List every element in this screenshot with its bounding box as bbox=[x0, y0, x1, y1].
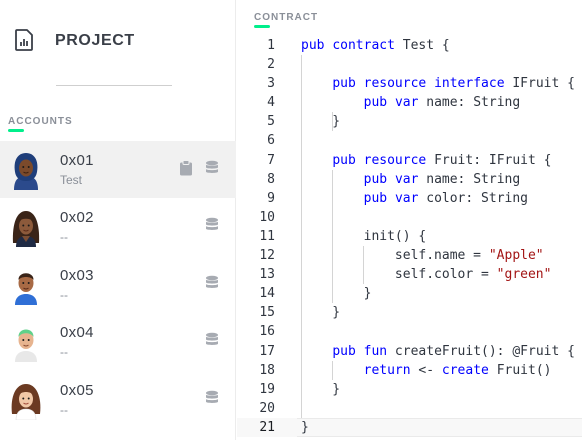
contract-label-underline bbox=[254, 25, 270, 28]
line-number: 13 bbox=[259, 267, 275, 283]
code-text[interactable]: } bbox=[301, 112, 340, 131]
code-line[interactable]: 15 } bbox=[237, 303, 582, 322]
code-text[interactable]: return <- create Fruit() bbox=[301, 361, 552, 380]
code-line[interactable]: 16 bbox=[237, 322, 582, 341]
line-number: 8 bbox=[267, 171, 275, 187]
code-area[interactable]: 1 pub contract Test {2 3 pub resource inte… bbox=[237, 36, 582, 438]
line-number: 4 bbox=[267, 95, 275, 111]
code-text[interactable]: init() { bbox=[301, 227, 427, 246]
document-chart-icon bbox=[15, 29, 33, 51]
account-address: 0x03 bbox=[60, 266, 94, 284]
line-number: 21 bbox=[259, 419, 275, 435]
database-icon[interactable] bbox=[205, 217, 219, 233]
contract-editor[interactable]: CONTRACT 1 pub contract Test {2 3 pub reso… bbox=[237, 0, 582, 440]
account-address: 0x05 bbox=[60, 381, 94, 399]
code-text[interactable]: } bbox=[301, 418, 309, 437]
account-address: 0x04 bbox=[60, 324, 94, 342]
code-text[interactable]: self.name = "Apple" bbox=[301, 246, 544, 265]
code-line[interactable]: 18 return <- create Fruit() bbox=[237, 361, 582, 380]
code-line[interactable]: 11 init() { bbox=[237, 227, 582, 246]
account-item-0x05[interactable]: 0x05 -- bbox=[0, 371, 236, 428]
code-line[interactable]: 7 pub resource Fruit: IFruit { bbox=[237, 151, 582, 170]
code-line[interactable]: 6 bbox=[237, 131, 582, 150]
sidebar-divider bbox=[56, 85, 172, 86]
account-name: -- bbox=[60, 345, 68, 360]
line-number: 18 bbox=[259, 362, 275, 378]
project-header[interactable]: PROJECT bbox=[0, 0, 236, 80]
database-icon[interactable] bbox=[205, 332, 219, 348]
account-item-0x01[interactable]: 0x01 Test bbox=[0, 141, 236, 199]
line-number: 3 bbox=[267, 76, 275, 92]
line-number: 5 bbox=[267, 114, 275, 130]
database-icon[interactable] bbox=[205, 275, 219, 291]
code-text[interactable]: pub var color: String bbox=[301, 189, 528, 208]
account-name: -- bbox=[60, 402, 68, 417]
code-line[interactable]: 5 } bbox=[237, 112, 582, 131]
line-number: 9 bbox=[267, 190, 275, 206]
line-number: 17 bbox=[259, 343, 275, 359]
account-item-0x02[interactable]: 0x02 -- bbox=[0, 198, 236, 255]
code-line[interactable]: 10 bbox=[237, 208, 582, 227]
avatar bbox=[11, 383, 41, 420]
accounts-label-underline bbox=[8, 129, 24, 132]
code-text[interactable]: pub contract Test { bbox=[301, 36, 450, 55]
code-text[interactable]: pub resource Fruit: IFruit { bbox=[301, 151, 551, 170]
code-line[interactable]: 17 pub fun createFruit(): @Fruit { bbox=[237, 342, 582, 361]
project-title: PROJECT bbox=[55, 32, 135, 49]
line-number: 11 bbox=[259, 228, 275, 244]
code-line[interactable]: 13 self.color = "green" bbox=[237, 265, 582, 284]
line-number: 1 bbox=[267, 38, 275, 53]
clipboard-icon[interactable] bbox=[179, 160, 193, 176]
code-text[interactable]: pub var name: String bbox=[301, 93, 521, 112]
code-text[interactable]: } bbox=[301, 380, 340, 399]
code-line[interactable]: 12 self.name = "Apple" bbox=[237, 246, 582, 265]
account-address: 0x02 bbox=[60, 209, 94, 227]
line-number: 7 bbox=[267, 152, 275, 168]
avatar bbox=[15, 273, 37, 305]
line-number: 19 bbox=[259, 381, 275, 397]
line-number: 2 bbox=[267, 57, 275, 73]
code-line[interactable]: 14 } bbox=[237, 284, 582, 303]
code-text[interactable]: pub var name: String bbox=[301, 170, 521, 189]
code-line[interactable]: 1 pub contract Test { bbox=[237, 36, 582, 55]
code-line[interactable]: 21} bbox=[237, 417, 582, 438]
sidebar: PROJECT ACCOUNTS 0x01 Test 0x02 -- 0x03 … bbox=[0, 0, 236, 440]
line-number: 14 bbox=[259, 286, 275, 302]
line-number: 20 bbox=[259, 400, 275, 416]
avatar bbox=[12, 211, 40, 248]
account-list: 0x01 Test 0x02 -- 0x03 -- 0x04 -- 0x05 -… bbox=[0, 141, 236, 428]
account-name: -- bbox=[60, 230, 68, 245]
account-name: -- bbox=[60, 287, 68, 302]
line-number: 6 bbox=[267, 133, 275, 149]
code-line[interactable]: 8 pub var name: String bbox=[237, 170, 582, 189]
contract-label: CONTRACT bbox=[254, 12, 319, 23]
avatar bbox=[14, 153, 38, 190]
account-address: 0x01 bbox=[60, 152, 94, 169]
code-line[interactable]: 3 pub resource interface IFruit { bbox=[237, 74, 582, 93]
database-icon[interactable] bbox=[205, 390, 219, 406]
code-text[interactable]: } bbox=[301, 284, 372, 303]
accounts-section-label: ACCOUNTS bbox=[8, 116, 73, 127]
avatar bbox=[15, 329, 37, 363]
code-line[interactable]: 9 pub var color: String bbox=[237, 189, 582, 208]
code-line[interactable]: 4 pub var name: String bbox=[237, 93, 582, 112]
line-number: 10 bbox=[259, 209, 275, 225]
code-text[interactable]: self.color = "green" bbox=[301, 265, 552, 284]
account-item-0x03[interactable]: 0x03 -- bbox=[0, 256, 236, 313]
code-text[interactable]: pub resource interface IFruit { bbox=[301, 74, 575, 93]
account-item-0x04[interactable]: 0x04 -- bbox=[0, 313, 236, 370]
line-number: 15 bbox=[259, 305, 275, 321]
database-icon[interactable] bbox=[205, 160, 219, 176]
code-line[interactable]: 19 } bbox=[237, 380, 582, 399]
account-name: Test bbox=[60, 173, 83, 187]
code-line[interactable]: 20 bbox=[237, 399, 582, 418]
code-text[interactable]: } bbox=[301, 303, 340, 322]
line-number: 12 bbox=[259, 248, 275, 264]
code-text[interactable]: pub fun createFruit(): @Fruit { bbox=[301, 342, 575, 361]
code-line[interactable]: 2 bbox=[237, 55, 582, 74]
line-number: 16 bbox=[259, 324, 275, 340]
